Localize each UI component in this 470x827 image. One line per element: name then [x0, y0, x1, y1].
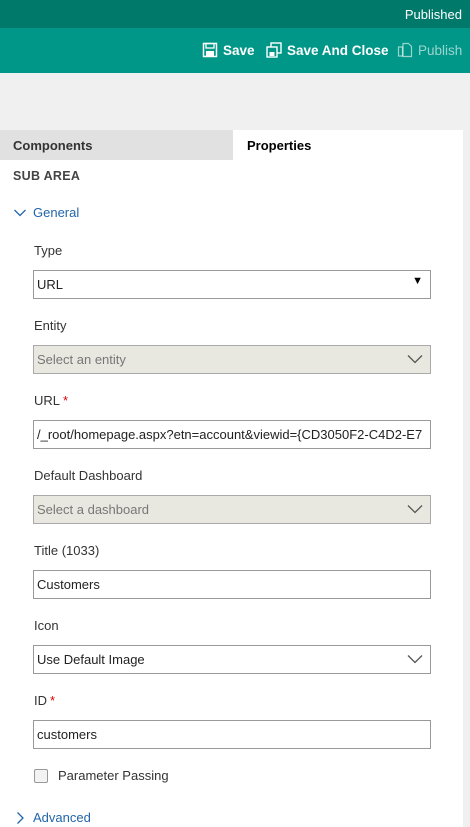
id-label-text: ID [34, 693, 47, 708]
status-bar: Published [0, 0, 470, 28]
chevron-down-icon [407, 505, 423, 514]
required-marker: * [50, 693, 56, 708]
save-label: Save [223, 42, 255, 58]
advanced-label: Advanced [33, 810, 91, 825]
id-value: customers [37, 727, 97, 742]
publish-button[interactable]: Publish [397, 42, 462, 58]
entity-placeholder: Select an entity [37, 352, 126, 367]
id-input[interactable]: customers [33, 720, 431, 749]
icon-label: Icon [34, 618, 59, 633]
section-title: SUB AREA [13, 169, 81, 183]
id-label: ID * [34, 693, 55, 708]
dashboard-select[interactable]: Select a dashboard [33, 495, 431, 524]
url-input[interactable]: /_root/homepage.aspx?etn=account&viewid=… [33, 420, 431, 449]
url-label-text: URL [34, 393, 61, 408]
advanced-group-toggle[interactable]: Advanced [13, 810, 91, 825]
type-value: URL [37, 277, 64, 292]
save-and-close-label: Save And Close [287, 42, 389, 58]
tab-properties[interactable]: Properties [233, 130, 463, 160]
url-label: URL * [34, 393, 68, 408]
publish-status: Published [404, 7, 462, 22]
save-and-close-icon [266, 42, 282, 58]
parameter-passing-row: Parameter Passing [34, 768, 169, 783]
type-select[interactable]: URL ▼ [33, 270, 431, 299]
header-spacer [0, 73, 470, 130]
required-marker: * [63, 393, 69, 408]
general-group-toggle[interactable]: General [13, 205, 79, 220]
chevron-down-icon [407, 655, 423, 664]
tab-components[interactable]: Components [0, 130, 233, 160]
title-label: Title (1033) [34, 543, 100, 558]
parameter-passing-label: Parameter Passing [58, 768, 169, 783]
type-label: Type [34, 243, 63, 258]
publish-label: Publish [418, 42, 463, 58]
chevron-down-icon [14, 209, 26, 216]
parameter-passing-checkbox[interactable] [34, 768, 48, 783]
dropdown-arrow-icon: ▼ [412, 275, 423, 287]
url-value: /_root/homepage.aspx?etn=account&viewid=… [37, 427, 423, 442]
chevron-down-icon [407, 355, 423, 364]
publish-icon [397, 42, 413, 58]
general-label: General [33, 205, 80, 220]
title-input[interactable]: Customers [33, 570, 431, 599]
save-icon [202, 42, 218, 58]
panel-edge [463, 130, 470, 827]
save-and-close-button[interactable]: Save And Close [266, 42, 389, 58]
title-value: Customers [37, 577, 100, 592]
save-button[interactable]: Save [202, 42, 255, 58]
chevron-right-icon [17, 811, 24, 824]
dashboard-label: Default Dashboard [34, 468, 143, 483]
dashboard-placeholder: Select a dashboard [37, 502, 150, 517]
icon-select[interactable]: Use Default Image [33, 645, 431, 674]
entity-label: Entity [34, 318, 67, 333]
icon-value: Use Default Image [37, 652, 145, 667]
entity-select[interactable]: Select an entity [33, 345, 431, 374]
command-toolbar: Save Save And Close Publish [0, 28, 470, 73]
panel-tabs: Components Properties [0, 130, 470, 160]
